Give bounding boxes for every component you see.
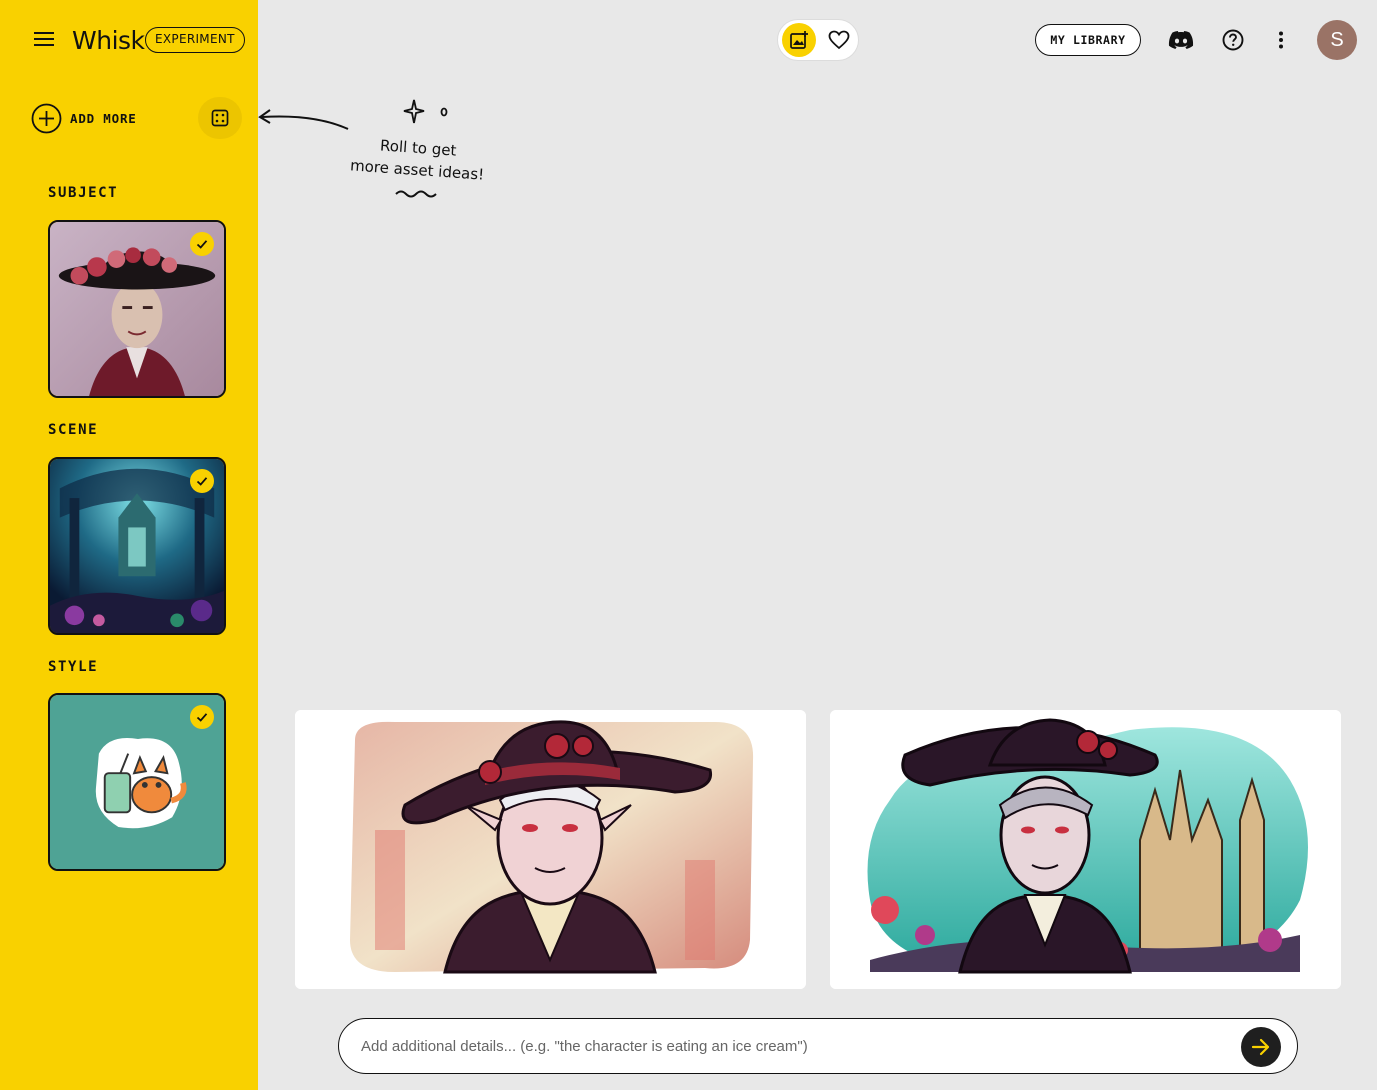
prompt-input[interactable]	[361, 1033, 1221, 1059]
prompt-bar	[338, 1018, 1298, 1074]
my-library-button[interactable]: MY LIBRARY	[1035, 24, 1141, 56]
section-title-style: STYLE	[48, 659, 99, 675]
help-icon[interactable]	[1219, 26, 1247, 54]
section-title-subject: SUBJECT	[48, 185, 119, 201]
selected-check-icon	[190, 705, 214, 729]
add-more-label: ADD MORE	[70, 111, 137, 126]
generated-image	[295, 710, 806, 989]
add-more-button[interactable]: ADD MORE	[31, 103, 137, 134]
app-logo[interactable]: Whisk	[72, 26, 145, 55]
dice-icon	[211, 109, 229, 127]
result-image-1[interactable]	[295, 710, 806, 989]
add-image-icon[interactable]	[782, 23, 816, 57]
add-circle-icon	[31, 103, 62, 134]
more-vert-icon[interactable]	[1267, 26, 1295, 54]
result-image-2[interactable]	[830, 710, 1341, 989]
avatar[interactable]: S	[1317, 20, 1357, 60]
scene-asset-card[interactable]	[48, 457, 226, 635]
roll-hint: Roll to get more asset ideas!	[256, 95, 496, 205]
selected-check-icon	[190, 469, 214, 493]
subject-asset-card[interactable]	[48, 220, 226, 398]
selected-check-icon	[190, 232, 214, 256]
arrow-left-icon	[258, 109, 349, 130]
menu-icon[interactable]	[28, 26, 60, 52]
discord-icon[interactable]	[1167, 26, 1195, 54]
style-asset-card[interactable]	[48, 693, 226, 871]
generated-image	[830, 710, 1341, 989]
heart-icon[interactable]	[822, 23, 856, 57]
sparkle-icon	[403, 99, 448, 124]
section-title-scene: SCENE	[48, 422, 99, 438]
squiggle-icon	[395, 190, 437, 198]
hint-line-2: more asset ideas!	[349, 156, 485, 184]
sidebar: Whisk EXPERIMENT ADD MORE SUBJECT SCENE …	[0, 0, 258, 1090]
arrow-right-icon	[1251, 1038, 1270, 1056]
hint-line-1: Roll to get	[379, 136, 458, 160]
experiment-badge: EXPERIMENT	[145, 27, 245, 53]
dice-roll-button[interactable]	[198, 97, 242, 139]
view-toggle	[777, 19, 859, 61]
send-button[interactable]	[1241, 1027, 1281, 1067]
